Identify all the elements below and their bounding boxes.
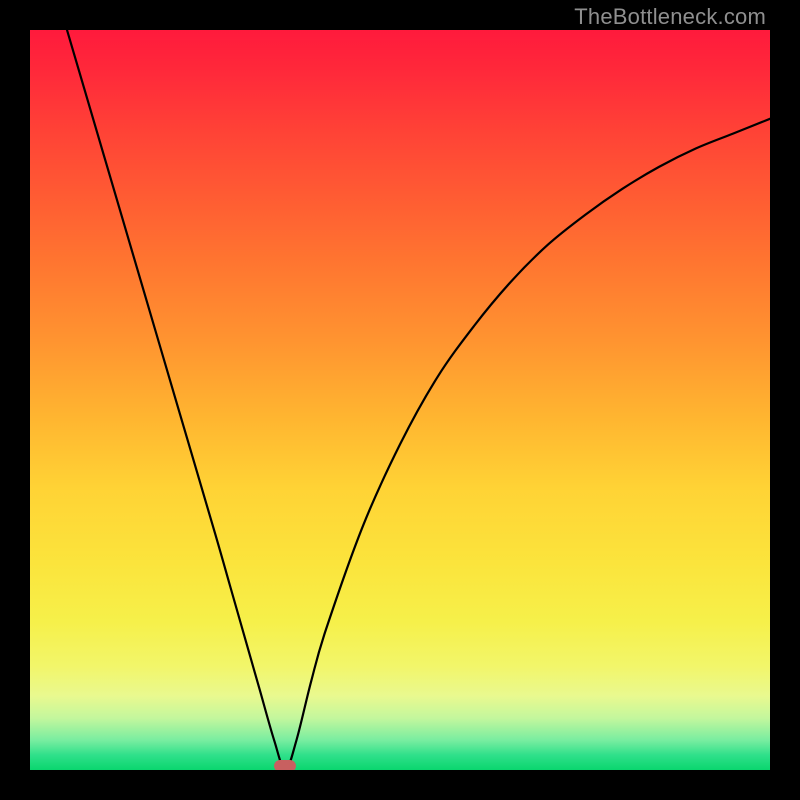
chart-frame: TheBottleneck.com: [0, 0, 800, 800]
bottleneck-curve: [30, 30, 770, 770]
plot-area: [30, 30, 770, 770]
curve-path: [67, 30, 770, 770]
watermark-text: TheBottleneck.com: [574, 4, 766, 30]
minimum-marker: [274, 760, 296, 770]
